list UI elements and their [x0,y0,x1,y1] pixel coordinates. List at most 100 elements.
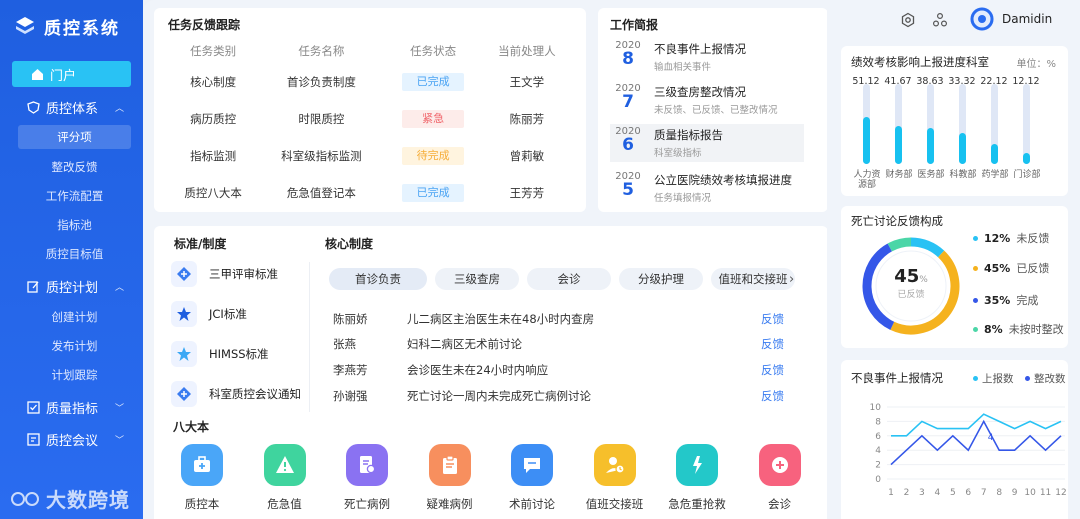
table-row[interactable]: 指标监测 科室级指标监测 待完成 曾莉敏 [168,137,572,174]
chevron-down-icon: ﹀ [114,404,124,414]
nav-sub-track-plan[interactable]: 计划跟踪 [18,363,131,387]
avatar[interactable] [970,7,994,31]
tab-first-visit[interactable]: 首诊负责 [329,268,427,290]
bar[interactable] [959,133,966,164]
nav-sub-target[interactable]: 质控目标值 [18,242,131,266]
nav-sub-publish-plan[interactable]: 发布计划 [18,334,131,358]
legend-value: 35% [984,293,1011,307]
settings-icon[interactable] [900,12,916,28]
table-row[interactable]: 质控八大本 危急值登记本 已完成 王芳芳 [168,174,572,211]
feedback-link[interactable]: 反馈 [761,336,784,352]
brief-title: 三级查房整改情况 [654,85,746,99]
nav-group-quality-system[interactable]: 质控体系 ︿ [26,96,136,118]
chevron-down-icon: ﹀ [114,436,124,446]
eight-book-item[interactable]: 术前讨论 [497,444,567,512]
y-tick-label: 0 [875,475,881,485]
standard-item[interactable]: 三甲评审标准 [171,261,311,287]
core-content: 死亡讨论一周内未完成死亡病例讨论 [407,389,591,403]
eight-book-item[interactable]: 死亡病例 [332,444,402,512]
donut-center: 45% 已反馈 [857,266,965,300]
bar[interactable] [895,125,902,164]
column-header: 任务状态 [410,44,457,58]
network-icon[interactable] [932,12,948,28]
series-line[interactable] [891,413,1062,437]
sidebar: 质控系统 门户 质控体系 ︿ 评分项 整改反馈 工作流配置 指标池 质控目标值 … [0,0,143,519]
standard-item[interactable]: HIMSS标准 [171,341,311,367]
standard-item[interactable]: JCI标准 [171,301,311,327]
core-row: 张燕 妇科二病区无术前讨论 反馈 [333,336,784,352]
chevron-right-icon[interactable]: › [789,272,794,287]
table-row[interactable]: 病历质控 时限质控 紧急 陈丽芳 [168,100,572,137]
tab-shift[interactable]: 值班和交接班 [711,268,795,290]
perf-bar-chart: 51.12 人力资源部 41.67 财务部 38.63 医务部 33.32 科教部 22.12 药… [841,46,1068,196]
nav-sub-index-pool[interactable]: 指标池 [18,213,131,237]
donut-slice[interactable] [887,237,912,252]
nav-sub-label: 创建计划 [51,310,98,324]
eight-book-label: 死亡病例 [344,497,390,511]
app-logo[interactable]: 质控系统 [14,14,120,39]
feedback-link[interactable]: 反馈 [761,362,784,378]
task-category: 质控八大本 [184,185,242,200]
bar-category-label: 药学部 [981,170,1009,180]
legend-item[interactable]: 上报数 [973,371,1014,386]
nav-group-quality-index[interactable]: 质量指标 ﹀ [26,396,136,418]
tab-consultation[interactable]: 会诊 [527,268,611,290]
nav-sub-score[interactable]: 评分项 [18,125,131,149]
nav-group-plan[interactable]: 质控计划 ︿ [26,275,136,297]
task-category: 核心制度 [190,74,237,89]
plus-icon [758,444,801,486]
brief-date: 2020 6 [610,124,646,162]
legend-label: 未按时整改 [1008,323,1064,336]
tab-ward-round[interactable]: 三级查房 [435,268,519,290]
legend-item: 35% 完成 [973,292,1038,308]
bar[interactable] [927,128,934,164]
standard-item[interactable]: 科室质控会议通知 [171,381,311,407]
task-name: 科室级指标监测 [281,148,362,163]
legend-item[interactable]: 整改数 [1025,371,1066,386]
eight-book-item[interactable]: 危急值 [250,444,320,512]
nav-sub-workflow[interactable]: 工作流配置 [18,184,131,208]
brief-item[interactable]: 2020 5 公立医院绩效考核填报进度 任务填报情况 [610,169,804,207]
tab-nursing[interactable]: 分级护理 [619,268,703,290]
brief-subtitle: 任务填报情况 [654,193,712,204]
task-name: 首诊负责制度 [286,74,356,89]
nav-group-meeting[interactable]: 质控会议 ﹀ [26,428,136,450]
bar[interactable] [863,116,870,164]
brief-title: 公立医院绩效考核填报进度 [654,173,792,187]
app-title: 质控系统 [44,19,120,39]
y-tick-label: 4 [875,446,881,456]
eight-book-item[interactable]: 疑难病例 [415,444,485,512]
brief-title: 不良事件上报情况 [654,42,746,56]
eight-book-item[interactable]: 质控本 [167,444,237,512]
brief-item[interactable]: 2020 8 不良事件上报情况 输血相关事件 [610,38,804,76]
task-name: 时限质控 [298,111,345,126]
brief-date: 2020 8 [610,38,646,76]
eight-book-item[interactable]: 急危重抢救 [662,444,732,512]
standard-label: 科室质控会议通知 [209,387,301,401]
eight-book-item[interactable]: 会诊 [745,444,815,512]
bar[interactable] [991,143,998,164]
x-tick-label: 11 [1040,488,1051,498]
brief-item[interactable]: 2020 6 质量指标报告 科室级指标 [610,124,804,162]
brief-item[interactable]: 2020 7 三级查房整改情况 未反馈、已反馈、已整改情况 [610,81,804,119]
x-tick-label: 9 [1012,488,1018,498]
adverse-chart-title: 不良事件上报情况 [851,371,943,385]
bar[interactable] [1023,152,1030,164]
nav-sub-create-plan[interactable]: 创建计划 [18,305,131,329]
table-row[interactable]: 核心制度 首诊负责制度 已完成 王文学 [168,63,572,100]
legend-dot [973,376,978,381]
core-content: 妇科二病区无术前讨论 [407,337,522,351]
series-line[interactable] [890,419,1062,466]
core-content: 儿二病区主治医生未在48小时内查房 [407,312,595,326]
user-name[interactable]: Damidin [1002,12,1052,26]
brief-date: 2020 7 [610,81,646,119]
legend-value: 45% [984,261,1011,275]
nav-home[interactable]: 门户 [12,61,131,87]
feedback-link[interactable]: 反馈 [761,311,784,327]
shield-icon [26,100,40,114]
legend-dot [973,326,978,332]
warning-icon [263,444,306,486]
eight-book-item[interactable]: 值班交接班 [580,444,650,512]
feedback-link[interactable]: 反馈 [761,388,784,404]
nav-sub-rectify[interactable]: 整改反馈 [18,155,131,179]
